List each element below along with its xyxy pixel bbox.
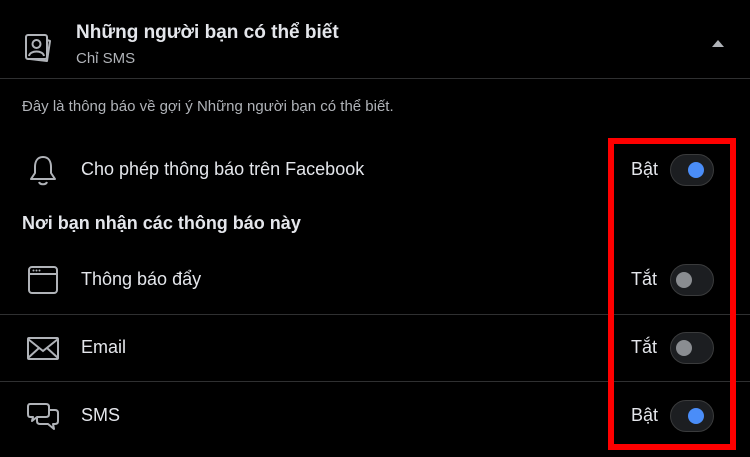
browser-window-icon (28, 266, 58, 294)
contact-card-icon (25, 34, 51, 62)
chat-bubbles-icon (27, 403, 59, 430)
push-notification-toggle[interactable] (670, 264, 714, 296)
sms-notification-row[interactable]: SMS Bật (0, 385, 750, 447)
category-subtitle: Chỉ SMS (76, 50, 136, 67)
toggle-knob (688, 408, 704, 424)
facebook-notification-row[interactable]: Cho phép thông báo trên Facebook Bật (0, 139, 750, 201)
sms-notification-label: SMS (81, 405, 121, 425)
toggle-knob (676, 272, 692, 288)
envelope-icon (27, 337, 59, 360)
email-notification-toggle[interactable] (670, 332, 714, 364)
header-divider (0, 78, 750, 79)
sms-notification-status: Bật (631, 405, 659, 425)
toggle-knob (688, 162, 704, 178)
sms-notification-toggle[interactable] (670, 400, 714, 432)
push-notification-label: Thông báo đẩy (81, 269, 202, 289)
channels-heading: Nơi bạn nhận các thông báo này (22, 213, 301, 233)
email-notification-label: Email (81, 337, 127, 357)
push-notification-row[interactable]: Thông báo đẩy Tắt (0, 249, 750, 311)
email-notification-status: Tắt (631, 337, 658, 357)
caret-up-icon[interactable] (712, 40, 724, 47)
facebook-notification-status: Bật (631, 159, 659, 179)
category-description: Đây là thông báo về gợi ý Những người bạ… (22, 98, 394, 115)
toggle-knob (676, 340, 692, 356)
bell-icon (30, 156, 56, 186)
row-divider (0, 381, 750, 382)
notification-category-header[interactable]: Những người bạn có thể biết Chỉ SMS (0, 0, 750, 78)
push-notification-status: Tắt (631, 269, 658, 289)
notification-settings-panel: Những người bạn có thể biết Chỉ SMS Đây … (0, 0, 750, 457)
email-notification-row[interactable]: Email Tắt (0, 317, 750, 379)
category-title: Những người bạn có thể biết (76, 22, 339, 43)
facebook-notification-label: Cho phép thông báo trên Facebook (81, 159, 365, 179)
facebook-notification-toggle[interactable] (670, 154, 714, 186)
row-divider (0, 314, 750, 315)
